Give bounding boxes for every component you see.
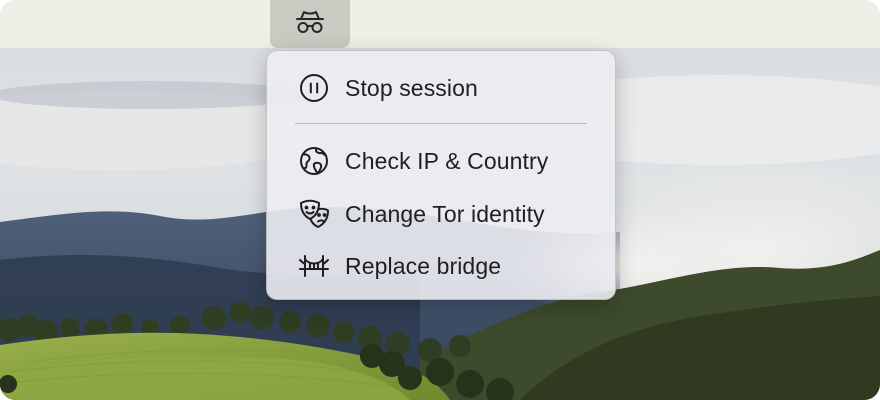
menu-item-replace-bridge[interactable]: Replace bridge (267, 244, 615, 288)
menu-item-check-ip[interactable]: Check IP & Country (267, 139, 615, 183)
incognito-icon (293, 9, 327, 40)
menu-bar (0, 0, 880, 48)
menu-item-label: Replace bridge (345, 252, 502, 279)
menu-item-label: Stop session (345, 74, 478, 101)
bridge-icon (297, 249, 331, 283)
pause-circle-icon (297, 71, 331, 105)
globe-icon (297, 144, 331, 178)
menu-item-label: Change Tor identity (345, 200, 545, 227)
masks-icon (297, 197, 331, 231)
menu-item-stop-session[interactable]: Stop session (267, 66, 615, 110)
menu-item-label: Check IP & Country (345, 147, 549, 174)
menu-separator (295, 123, 587, 124)
status-menu: Stop session Check IP & Country Change T… (266, 50, 616, 300)
desktop-screen: Stop session Check IP & Country Change T… (0, 0, 880, 400)
incognito-status-button[interactable] (270, 0, 350, 48)
menu-item-change-tor-identity[interactable]: Change Tor identity (267, 192, 615, 236)
